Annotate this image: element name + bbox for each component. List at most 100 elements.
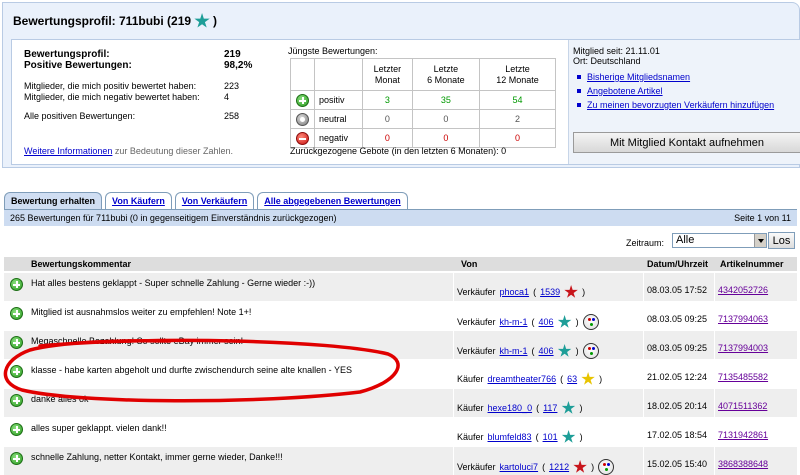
column-divider	[643, 418, 644, 446]
contact-member-button[interactable]: Mit Mitglied Kontakt aufnehmen	[573, 132, 800, 153]
col-header-from: Von	[461, 259, 478, 269]
user-score-link[interactable]: 63	[567, 374, 577, 384]
positive-rating-icon	[10, 307, 23, 320]
score-close: )	[579, 432, 583, 442]
user-score-link[interactable]: 406	[539, 346, 554, 356]
column-divider	[714, 331, 715, 359]
tab-from-sellers[interactable]: Von Verkäufern	[174, 192, 255, 209]
user-link[interactable]: kh-m-1	[500, 317, 528, 327]
item-number-link[interactable]: 7131942861	[718, 430, 768, 440]
item-number-link[interactable]: 7135485582	[718, 372, 768, 382]
score-close: )	[599, 374, 603, 384]
feedback-from: Verkäufer kartoluci7(1212)	[457, 459, 641, 475]
feedback-date: 17.02.05 18:54	[647, 430, 708, 440]
go-button[interactable]: Los	[768, 232, 795, 249]
feedback-row: klasse - habe karten abgeholt und durfte…	[4, 359, 797, 388]
user-link[interactable]: phoca1	[500, 287, 530, 297]
chevron-down-icon[interactable]	[754, 234, 766, 247]
feedback-comment: Mitglied ist ausnahmslos weiter zu empfe…	[31, 307, 252, 317]
timeframe-select[interactable]: Alle	[672, 233, 767, 248]
tab-from-buyers[interactable]: Von Käufern	[105, 192, 172, 209]
offered-items-link[interactable]: Angebotene Artikel	[587, 86, 663, 96]
column-divider	[714, 273, 715, 301]
feedback-row: danke alles ok Käufer hexe180_0(117) 18.02.…	[4, 388, 797, 417]
feedback-from: Verkäufer kh-m-1(406)	[457, 314, 641, 330]
score-close: )	[575, 317, 579, 327]
table-cell: 3	[362, 90, 413, 110]
score-open: (	[531, 346, 535, 356]
more-info-link[interactable]: Weitere Informationen	[24, 146, 112, 156]
table-cell: 0	[479, 128, 556, 148]
user-score-link[interactable]: 1539	[540, 287, 560, 297]
item-number-link[interactable]: 7137994003	[718, 343, 768, 353]
score-open: (	[560, 374, 564, 384]
stat-row-all-positive: Alle positiven Bewertungen: 258	[24, 111, 284, 121]
table-cell: 35	[411, 90, 481, 110]
stat-label: Positive Bewertungen:	[24, 60, 132, 71]
user-link[interactable]: dreamtheater766	[488, 374, 557, 384]
column-divider	[453, 447, 454, 475]
feedback-date: 08.03.05 17:52	[647, 285, 708, 295]
table-cell: 54	[479, 90, 556, 110]
tab-received[interactable]: Bewertung erhalten	[4, 192, 103, 209]
role-label: Käufer	[457, 432, 484, 442]
stat-value: 223	[224, 81, 240, 91]
col-header-date: Datum/Uhrzeit	[647, 259, 709, 269]
item-number-link[interactable]: 4342052726	[718, 285, 768, 295]
score-close: )	[579, 403, 583, 413]
me-page-icon[interactable]	[598, 459, 615, 475]
more-info: Weitere Informationen zur Bedeutung dies…	[24, 146, 233, 156]
user-score-link[interactable]: 101	[543, 432, 558, 442]
item-number-link[interactable]: 4071511362	[718, 401, 767, 411]
column-divider	[643, 331, 644, 359]
positive-rating-icon	[10, 278, 23, 291]
feedback-date: 08.03.05 09:25	[647, 314, 708, 324]
item-number-link[interactable]: 3868388648	[718, 459, 768, 469]
profile-summary-box: Bewertungsprofil: 711bubi (219 ) Bewertu…	[2, 2, 800, 168]
feedback-row: Mitglied ist ausnahmslos weiter zu empfe…	[4, 301, 797, 330]
column-divider	[643, 389, 644, 417]
score-open: (	[536, 403, 540, 413]
profile-details: Bewertungsprofil: 219 Positive Bewertung…	[11, 39, 800, 165]
feedback-from: Käufer hexe180_0(117)	[457, 401, 641, 415]
yellow-star-icon	[581, 372, 595, 385]
user-link[interactable]: blumfeld83	[488, 432, 532, 442]
score-open: (	[533, 287, 537, 297]
feedback-row: Hat alles bestens geklappt - Super schne…	[4, 272, 797, 301]
user-link[interactable]: hexe180_0	[488, 403, 533, 413]
col-last-12-months: Letzte 12 Monate	[479, 58, 556, 91]
tab-all-given[interactable]: Alle abgegebenen Bewertungen	[257, 192, 408, 209]
teal-star-icon	[557, 315, 572, 328]
user-link[interactable]: kh-m-1	[500, 346, 528, 356]
table-cell-empty	[290, 58, 315, 91]
column-divider	[643, 273, 644, 301]
previous-names-link[interactable]: Bisherige Mitgliedsnamen	[587, 72, 690, 82]
teal-star-icon	[557, 344, 572, 357]
col-last-6-months: Letzte 6 Monate	[411, 58, 481, 91]
recent-ratings-title: Jüngste Bewertungen:	[288, 46, 378, 56]
item-number-link[interactable]: 7137994063	[718, 314, 768, 324]
score-close: )	[575, 346, 579, 356]
user-score-link[interactable]: 406	[539, 317, 554, 327]
column-divider	[714, 418, 715, 446]
feedback-row: alles super geklappt. vielen dank!! Käufe…	[4, 417, 797, 446]
feedback-from: Verkäufer phoca1(1539)	[457, 285, 641, 299]
profile-title-text: Bewertungsprofil: 711bubi (219	[13, 14, 192, 28]
recent-ratings-table: Letzter Monat Letzte 6 Monate Letzte 12 Mon…	[290, 58, 556, 148]
me-page-icon[interactable]	[582, 314, 599, 330]
link-previous-names[interactable]: Bisherige Mitgliedsnamen	[577, 72, 690, 82]
user-score-link[interactable]: 117	[543, 403, 557, 413]
recent-row-negative: negativ 0 0 0	[290, 128, 556, 148]
role-label: Verkäufer	[457, 346, 496, 356]
add-favorite-seller-link[interactable]: Zu meinen bevorzugten Verkäufern hinzufü…	[587, 100, 774, 110]
stat-label: Alle positiven Bewertungen:	[24, 111, 136, 121]
link-add-favorite[interactable]: Zu meinen bevorzugten Verkäufern hinzufü…	[577, 100, 774, 110]
profile-title-close: )	[213, 14, 218, 28]
link-offered-items[interactable]: Angebotene Artikel	[577, 86, 663, 96]
feedback-count-text: 265 Bewertungen für 711bubi (0 in gegens…	[10, 213, 337, 223]
row-label: positiv	[314, 90, 363, 110]
column-divider	[453, 273, 454, 301]
stat-label: Mitglieder, die mich negativ bewertet ha…	[24, 92, 200, 102]
me-page-icon[interactable]	[582, 343, 599, 359]
minus-icon	[296, 131, 309, 145]
